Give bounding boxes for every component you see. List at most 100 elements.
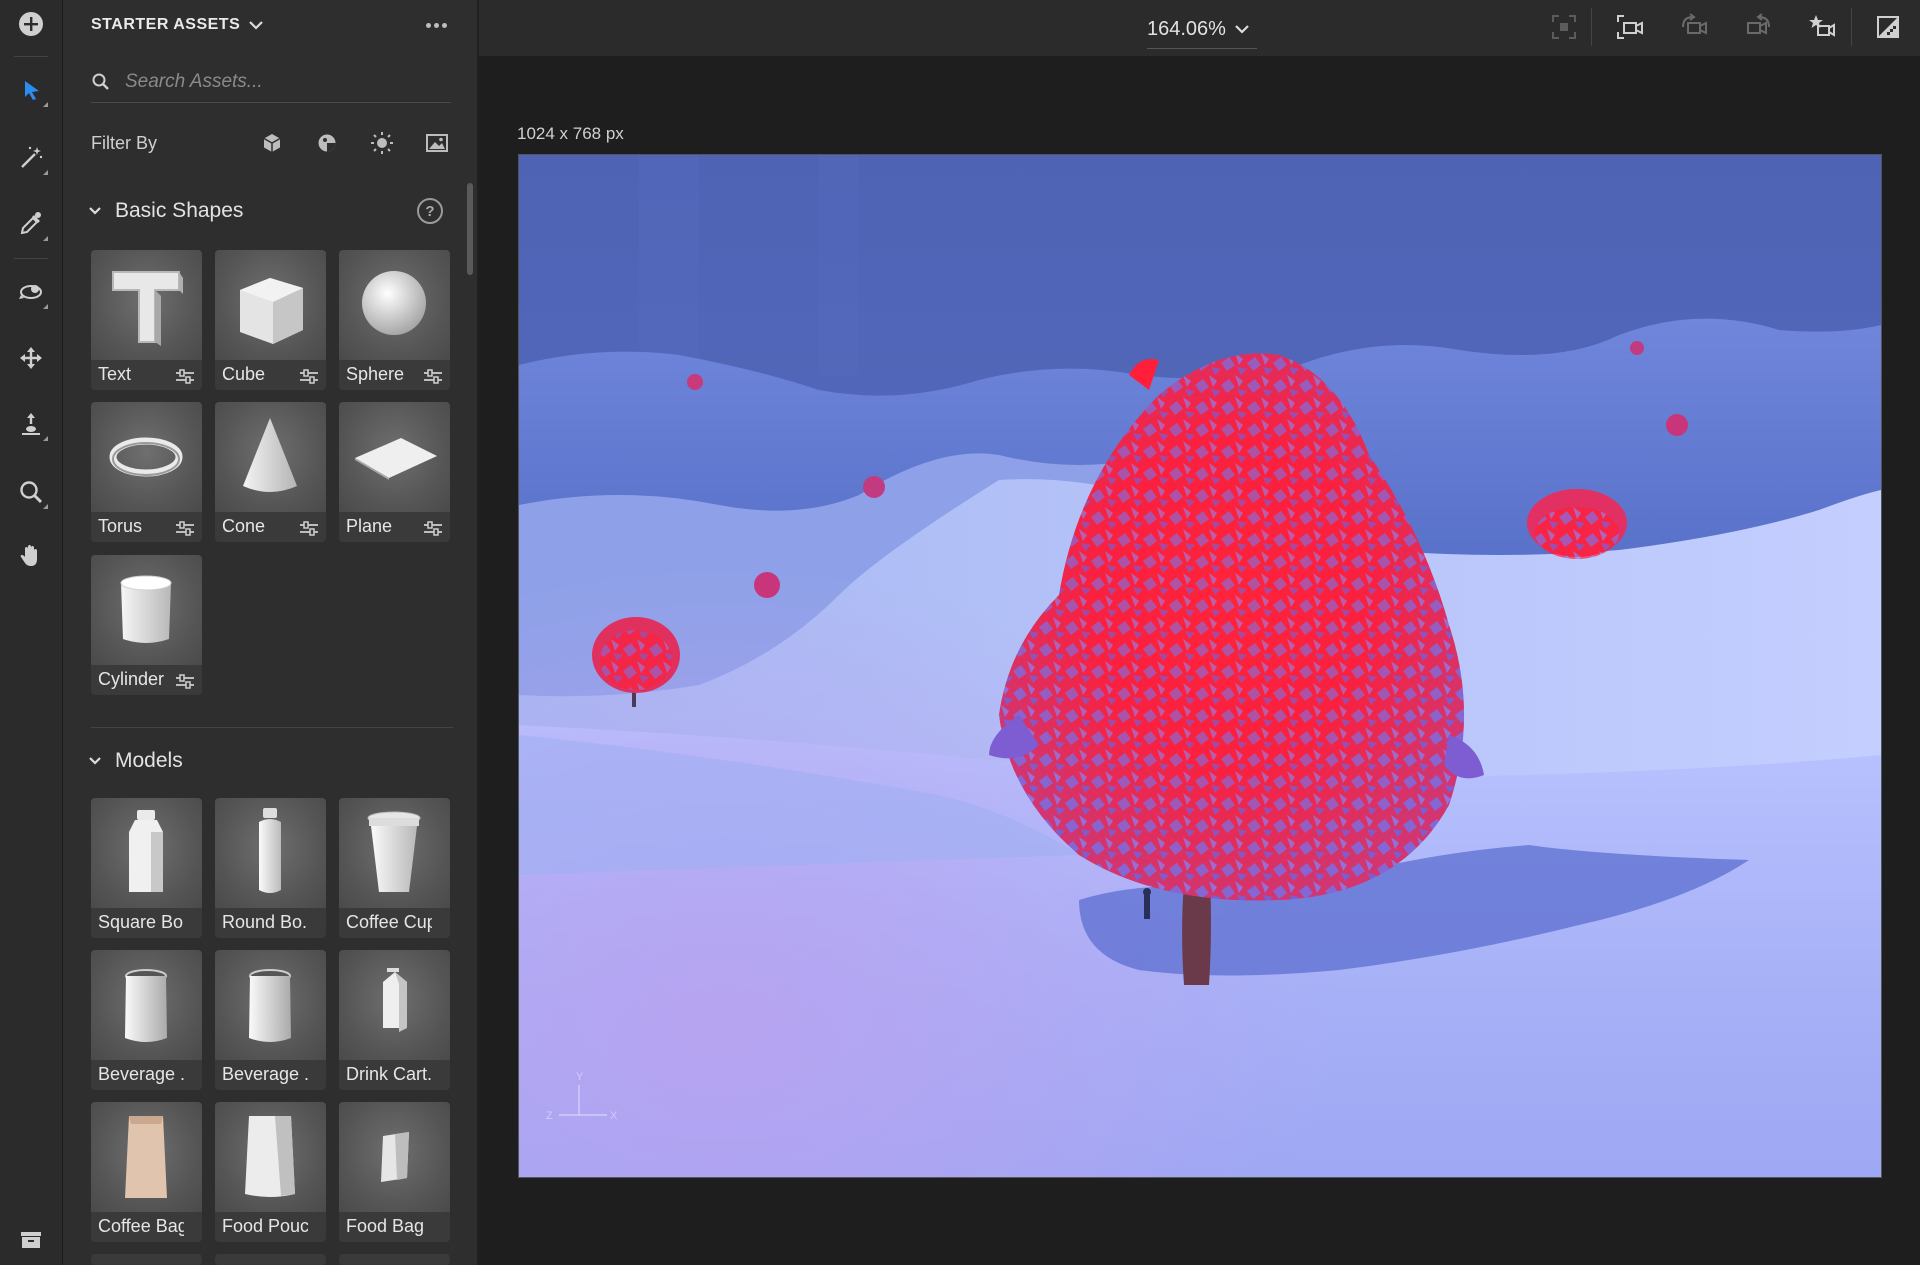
filter-label: Filter By	[91, 132, 158, 153]
asset-label: Torus	[98, 516, 143, 536]
material-filter-icon[interactable]	[313, 129, 341, 157]
distant-tree	[1666, 414, 1688, 436]
section-title: Models	[115, 749, 183, 772]
asset-card-plane[interactable]: Plane	[339, 402, 450, 542]
starter-assets-panel: STARTER ASSETS Filter By Basic Shapes ? …	[63, 0, 479, 1265]
magic-wand-tool-icon[interactable]	[11, 138, 51, 178]
zoom-dropdown[interactable]: 164.06%	[1147, 10, 1257, 49]
tools-toolbar	[0, 0, 63, 1265]
asset-card-food-pouch[interactable]: Food Pouch	[215, 1102, 326, 1242]
text-shape-thumbnail	[112, 271, 183, 346]
pan-move-tool-icon[interactable]	[11, 338, 51, 378]
add-icon[interactable]	[11, 4, 51, 44]
canvas-dimensions: 1024 x 768 px	[517, 124, 624, 143]
asset-label: Round Bo...	[222, 912, 308, 932]
search-bar	[91, 62, 451, 103]
search-icon	[92, 73, 109, 90]
frame-selection-icon[interactable]	[1547, 10, 1581, 44]
archive-icon[interactable]	[11, 1220, 51, 1260]
adjust-settings-icon[interactable]	[175, 367, 195, 385]
orbit-tool-icon[interactable]	[11, 272, 51, 312]
asset-label: Cone	[222, 516, 266, 536]
redo-camera-icon[interactable]	[1741, 10, 1775, 44]
asset-card-partial	[91, 1254, 202, 1265]
asset-card-drink-carton[interactable]: Drink Cart...	[339, 950, 450, 1090]
adjust-settings-icon[interactable]	[423, 519, 443, 537]
more-options-icon[interactable]	[418, 12, 454, 38]
asset-card-text[interactable]: Text	[91, 250, 202, 390]
render-viewport[interactable]: Y Z X	[518, 154, 1882, 1178]
adjust-settings-icon[interactable]	[423, 367, 443, 385]
asset-card-coffee-bag[interactable]: Coffee Bag	[91, 1102, 202, 1242]
asset-card-food-bag[interactable]: Food Bag	[339, 1102, 450, 1242]
asset-label: Cylinder	[98, 669, 165, 689]
beverage-can-thumbnail	[249, 969, 291, 1042]
asset-card-beverage-can-1[interactable]: Beverage ...	[91, 950, 202, 1090]
render-preview-icon[interactable]	[1871, 10, 1905, 44]
adjust-settings-icon[interactable]	[299, 367, 319, 385]
zoom-value: 164.06%	[1147, 17, 1226, 40]
asset-card-torus[interactable]: Torus	[91, 402, 202, 542]
dolly-tool-icon[interactable]	[11, 404, 51, 444]
basic-shapes-header[interactable]: Basic Shapes ?	[87, 194, 457, 228]
panel-title: STARTER ASSETS	[91, 16, 241, 33]
asset-card-round-bottle[interactable]: Round Bo...	[215, 798, 326, 938]
scene-render: Y Z X	[519, 155, 1881, 1177]
asset-card-cylinder[interactable]: Cylinder	[91, 555, 202, 695]
distant-tree	[863, 476, 885, 498]
panel-title-dropdown[interactable]: STARTER ASSETS	[91, 12, 264, 38]
beverage-can-thumbnail	[125, 969, 167, 1042]
image-filter-icon[interactable]	[423, 129, 451, 157]
asset-card-coffee-cup[interactable]: Coffee Cup	[339, 798, 450, 938]
distant-tree	[754, 572, 780, 598]
chevron-down-icon	[249, 21, 264, 30]
zoom-tool-icon[interactable]	[11, 472, 51, 512]
asset-label: Food Pouch	[222, 1216, 308, 1236]
asset-card-cone[interactable]: Cone	[215, 402, 326, 542]
axis-x-label: X	[610, 1110, 618, 1122]
model-filter-icon[interactable]	[258, 129, 286, 157]
select-tool-icon[interactable]	[11, 70, 51, 110]
asset-card-square-bottle[interactable]: Square Bo...	[91, 798, 202, 938]
top-bar: 164.06%	[479, 0, 1920, 57]
asset-card-partial	[339, 1254, 450, 1265]
light-filter-icon[interactable]	[368, 129, 396, 157]
asset-card-sphere[interactable]: Sphere	[339, 250, 450, 390]
adjust-settings-icon[interactable]	[175, 672, 195, 690]
favorite-camera-icon[interactable]	[1805, 10, 1839, 44]
hand-tool-icon[interactable]	[11, 536, 51, 576]
asset-card-partial	[215, 1254, 326, 1265]
asset-label: Beverage ...	[222, 1064, 308, 1084]
axis-z-label: Z	[546, 1110, 553, 1122]
eyedropper-tool-icon[interactable]	[11, 204, 51, 244]
asset-label: Drink Cart...	[346, 1064, 432, 1084]
adjust-settings-icon[interactable]	[299, 519, 319, 537]
asset-label: Food Bag	[346, 1216, 425, 1236]
panel-scrollbar[interactable]	[467, 183, 473, 275]
plane-shape-thumbnail	[355, 438, 437, 480]
search-input[interactable]	[123, 70, 427, 94]
cube-shape-thumbnail	[240, 278, 303, 344]
camera-frame-icon[interactable]	[1613, 10, 1647, 44]
undo-camera-icon[interactable]	[1677, 10, 1711, 44]
food-pouch-thumbnail	[245, 1116, 295, 1197]
square-bottle-thumbnail	[129, 810, 163, 892]
adjust-settings-icon[interactable]	[175, 519, 195, 537]
asset-label: Cube	[222, 364, 266, 384]
asset-label: Sphere	[346, 364, 405, 384]
torus-shape-thumbnail	[109, 437, 183, 477]
models-header[interactable]: Models	[87, 744, 457, 778]
asset-label: Beverage ...	[98, 1064, 184, 1084]
round-bottle-thumbnail	[259, 808, 281, 893]
distant-tree	[1630, 341, 1644, 355]
help-icon[interactable]: ?	[417, 198, 443, 224]
distant-tree	[687, 374, 703, 390]
asset-label: Coffee Bag	[98, 1216, 184, 1236]
asset-card-cube[interactable]: Cube	[215, 250, 326, 390]
drink-carton-thumbnail	[383, 968, 407, 1032]
section-title: Basic Shapes	[115, 199, 244, 222]
cone-shape-thumbnail	[243, 418, 297, 492]
chevron-down-icon	[89, 207, 101, 215]
asset-label: Plane	[346, 516, 393, 536]
asset-card-beverage-can-2[interactable]: Beverage ...	[215, 950, 326, 1090]
